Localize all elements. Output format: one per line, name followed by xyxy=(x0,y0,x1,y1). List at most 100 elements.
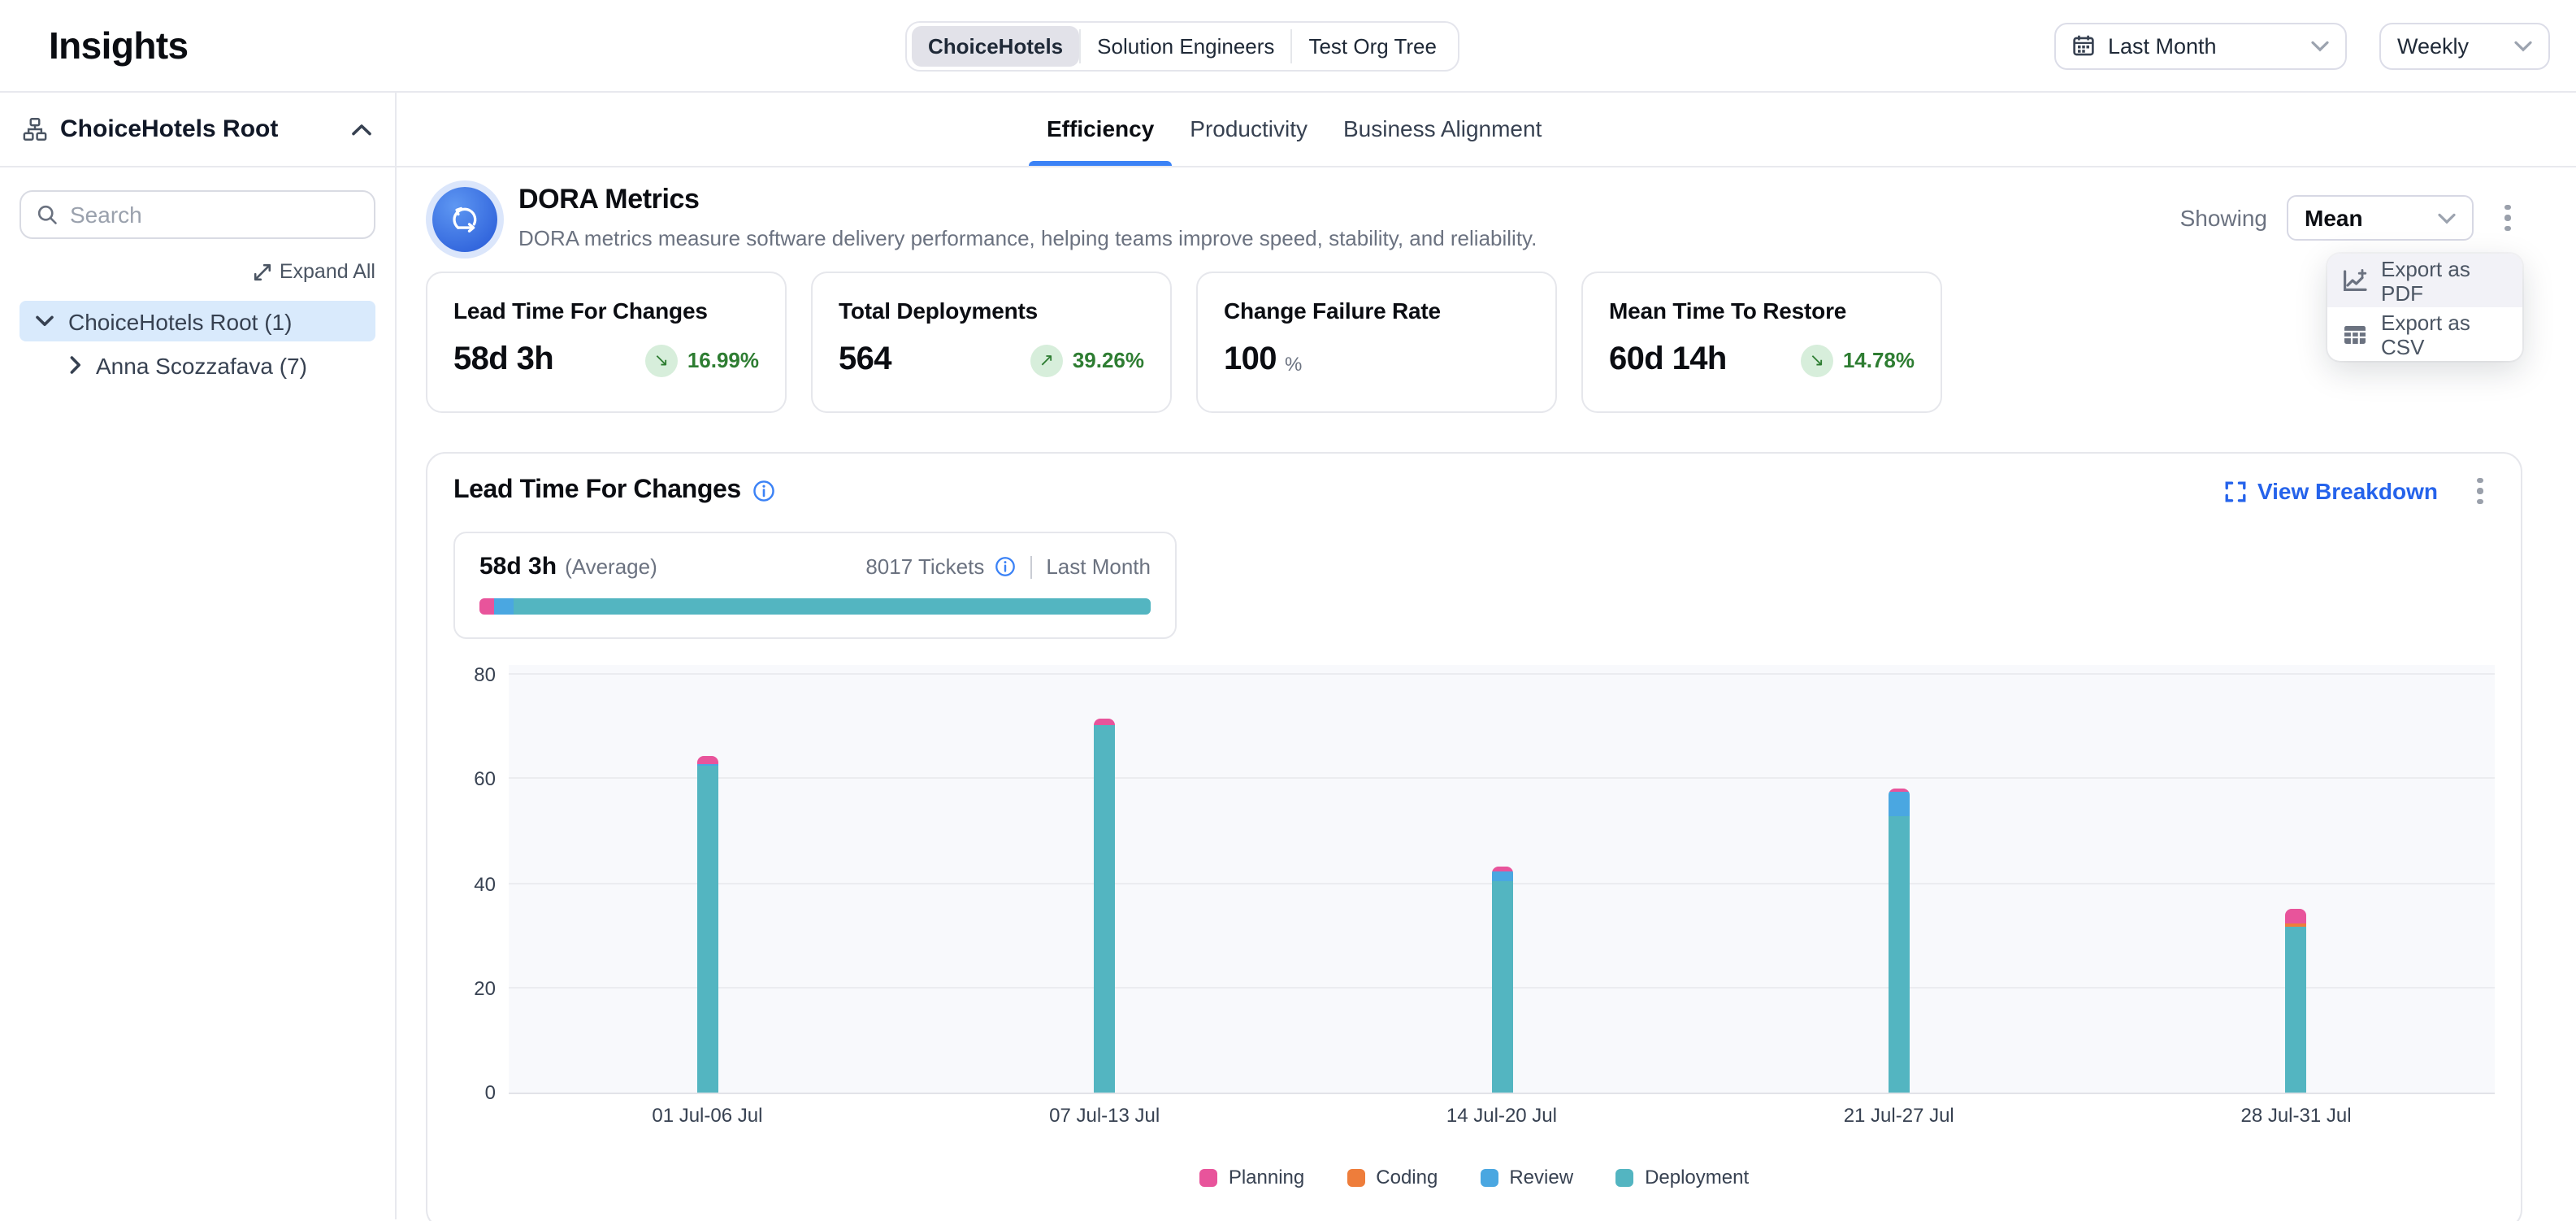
top-bar: Insights ChoiceHotels Solution Engineers… xyxy=(0,0,2576,93)
legend-swatch xyxy=(1347,1168,1364,1186)
x-axis-label: 28 Jul-31 Jul xyxy=(2097,1104,2495,1127)
chevron-down-icon[interactable] xyxy=(36,315,54,327)
export-as-pdf-item[interactable]: Export as PDF xyxy=(2327,254,2522,307)
phase-distribution-bar xyxy=(479,598,1151,615)
org-switcher: ChoiceHotels Solution Engineers Test Org… xyxy=(905,21,1459,72)
average-label: (Average) xyxy=(565,554,657,579)
card-mean-time-to-restore: Mean Time To Restore 60d 14h ↘ 14.78% xyxy=(1581,272,1942,413)
bar-segment-planning xyxy=(1094,718,1115,724)
bar-segment-deployment xyxy=(1094,724,1115,1093)
legend-item-coding[interactable]: Coding xyxy=(1347,1166,1438,1188)
calendar-icon xyxy=(2072,34,2095,57)
card-total-deployments: Total Deployments 564 ↗ 39.26% xyxy=(811,272,1172,413)
stacked-bar-1 xyxy=(696,756,718,1093)
card-title: Change Failure Rate xyxy=(1224,298,1529,324)
legend-label: Planning xyxy=(1229,1166,1304,1188)
info-icon[interactable] xyxy=(752,480,775,502)
collapse-sidebar-chevron-up-icon[interactable] xyxy=(351,123,372,136)
tickets-count: 8017 Tickets xyxy=(865,554,984,579)
granularity-select[interactable]: Weekly xyxy=(2379,22,2550,69)
tab-productivity[interactable]: Productivity xyxy=(1172,93,1325,166)
trend-percent: 39.26% xyxy=(1073,348,1144,372)
showing-select[interactable]: Mean xyxy=(2287,195,2474,241)
chevron-down-icon xyxy=(2311,40,2329,51)
trend-down-arrow-icon: ↘ xyxy=(1801,344,1833,376)
tab-business-alignment[interactable]: Business Alignment xyxy=(1325,93,1559,166)
chevron-down-icon xyxy=(2514,40,2532,51)
y-axis-tick: 20 xyxy=(453,977,496,1000)
bar-segment-deployment xyxy=(2286,927,2307,1093)
divider xyxy=(1030,555,1031,578)
date-range-value: Last Month xyxy=(2108,33,2217,58)
stacked-bar-3 xyxy=(1491,867,1512,1093)
legend-label: Coding xyxy=(1376,1166,1438,1188)
legend-label: Review xyxy=(1509,1166,1573,1188)
info-icon[interactable] xyxy=(994,556,1015,577)
table-icon xyxy=(2342,321,2368,347)
page-title: Insights xyxy=(49,24,189,67)
bar-segment-planning xyxy=(696,756,718,764)
view-breakdown-button[interactable]: View Breakdown xyxy=(2225,478,2438,504)
expand-all-label: Expand All xyxy=(280,260,375,283)
tree-item-label: ChoiceHotels Root (1) xyxy=(68,308,292,334)
tab-efficiency[interactable]: Efficiency xyxy=(1029,93,1172,166)
date-range-select[interactable]: Last Month xyxy=(2054,22,2347,69)
org-tree: ChoiceHotels Root (1) Anna Scozzafava (7… xyxy=(20,301,375,385)
card-unit: % xyxy=(1285,352,1302,375)
org-tree-icon xyxy=(23,117,47,141)
legend-item-review[interactable]: Review xyxy=(1480,1166,1573,1188)
trend-badge: ↘ 14.78% xyxy=(1801,344,1915,376)
export-as-csv-label: Export as CSV xyxy=(2381,310,2508,358)
showing-value: Mean xyxy=(2305,205,2363,231)
stacked-bar-5 xyxy=(2286,908,2307,1093)
org-tab-choicehotels[interactable]: ChoiceHotels xyxy=(912,26,1079,67)
legend-swatch xyxy=(1199,1168,1217,1186)
sidebar-header: ChoiceHotels Root xyxy=(0,93,395,167)
tree-item-anna-scozzafava[interactable]: Anna Scozzafava (7) xyxy=(20,345,375,385)
y-axis-tick: 0 xyxy=(453,1081,496,1104)
card-value: 60d 14h xyxy=(1609,341,1727,379)
y-axis-tick: 60 xyxy=(453,768,496,791)
y-axis-tick: 40 xyxy=(453,872,496,895)
bar-segment-review xyxy=(1889,793,1910,816)
legend-item-deployment[interactable]: Deployment xyxy=(1615,1166,1749,1188)
chart-legend: Planning Coding Review Deployment xyxy=(453,1166,2495,1188)
export-menu: Export as PDF Export as CSV xyxy=(2327,254,2522,361)
search-input[interactable] xyxy=(70,202,364,228)
legend-label: Deployment xyxy=(1645,1166,1749,1188)
expand-all-button[interactable]: Expand All xyxy=(254,260,375,283)
dora-metrics-header: DORA Metrics DORA metrics measure softwa… xyxy=(426,182,2522,252)
tree-item-label: Anna Scozzafava (7) xyxy=(96,352,307,378)
gridline xyxy=(509,673,2495,675)
tabs-row: Efficiency Productivity Business Alignme… xyxy=(397,93,2576,167)
card-value: 58d 3h xyxy=(453,341,553,379)
chart-kebab-menu-icon[interactable] xyxy=(2465,471,2495,511)
trend-percent: 16.99% xyxy=(687,348,759,372)
distribution-segment-planning xyxy=(479,598,494,615)
search-icon xyxy=(36,203,59,226)
card-lead-time-for-changes: Lead Time For Changes 58d 3h ↘ 16.99% xyxy=(426,272,787,413)
main-content: Efficiency Productivity Business Alignme… xyxy=(397,93,2576,1219)
org-tab-solution-engineers[interactable]: Solution Engineers xyxy=(1081,26,1290,67)
card-title: Mean Time To Restore xyxy=(1609,298,1915,324)
distribution-segment-review xyxy=(494,598,514,615)
org-tab-test-org-tree[interactable]: Test Org Tree xyxy=(1292,26,1453,67)
tree-item-root[interactable]: ChoiceHotels Root (1) xyxy=(20,301,375,341)
card-title: Lead Time For Changes xyxy=(453,298,759,324)
legend-item-planning[interactable]: Planning xyxy=(1199,1166,1304,1188)
chevron-right-icon[interactable] xyxy=(70,356,81,374)
export-as-csv-item[interactable]: Export as CSV xyxy=(2327,307,2522,361)
trend-up-arrow-icon: ↗ xyxy=(1030,344,1063,376)
dora-title: DORA Metrics xyxy=(518,184,1537,216)
dora-kebab-menu-icon[interactable] xyxy=(2493,198,2522,237)
stacked-bar-2 xyxy=(1094,718,1115,1093)
y-axis-tick: 80 xyxy=(453,663,496,686)
chart-export-icon xyxy=(2342,267,2368,293)
bar-segment-review xyxy=(1491,872,1512,881)
card-value: 100 xyxy=(1224,341,1277,379)
trend-down-arrow-icon: ↘ xyxy=(645,344,678,376)
x-axis-label: 01 Jul-06 Jul xyxy=(509,1104,906,1127)
insights-page: Insights ChoiceHotels Solution Engineers… xyxy=(0,0,2576,1221)
top-bar-controls: Last Month Weekly xyxy=(2054,22,2550,69)
showing-label: Showing xyxy=(2180,205,2267,231)
